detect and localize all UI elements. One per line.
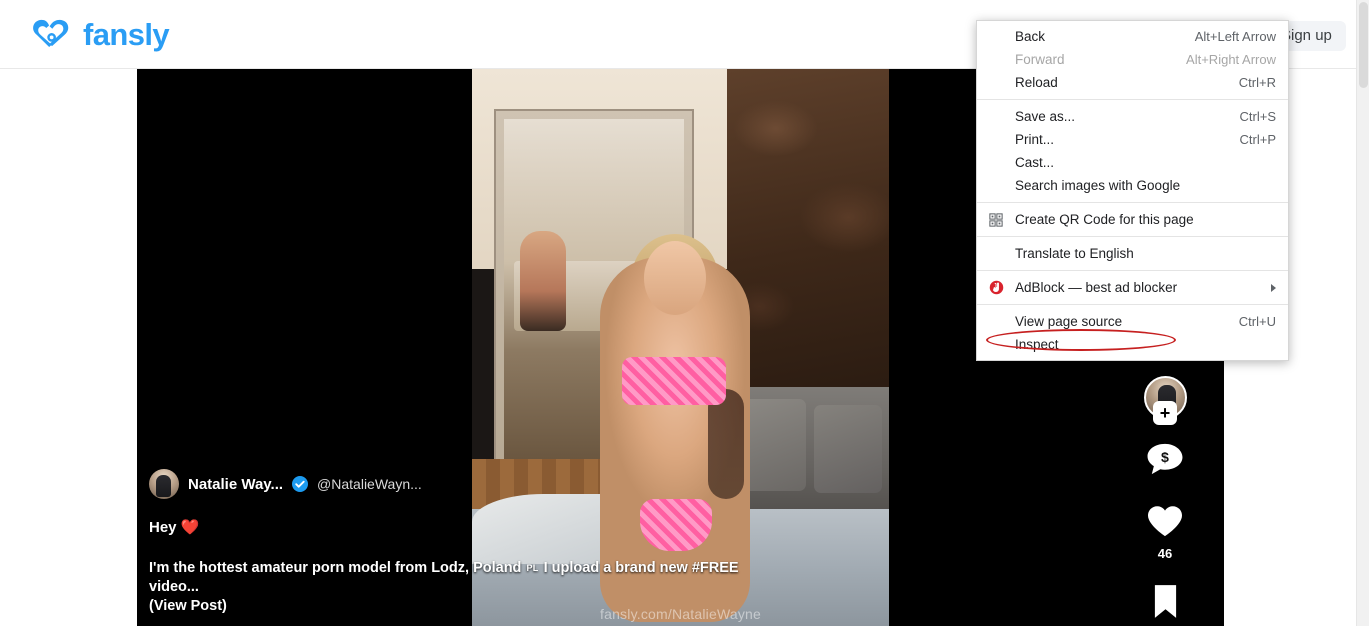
- submenu-chevron-icon: [1271, 283, 1276, 292]
- post-hashtag[interactable]: #FREE: [692, 560, 739, 576]
- post-author-row[interactable]: Natalie Way... @NatalieWayn...: [149, 469, 789, 499]
- fansly-heart-icon: [30, 17, 74, 51]
- dollar-bubble-icon[interactable]: $: [1146, 442, 1184, 481]
- menu-item-shortcut: Alt+Left Arrow: [1194, 29, 1276, 44]
- menu-item-label: View page source: [1015, 314, 1123, 329]
- fansly-logo[interactable]: fansly: [30, 16, 170, 52]
- menu-item-label: Print...: [1015, 132, 1055, 147]
- creator-avatar[interactable]: +: [1143, 376, 1187, 425]
- page-scrollbar[interactable]: [1356, 0, 1369, 626]
- menu-item-create-qr-code-for-this-page[interactable]: Create QR Code for this page: [977, 208, 1288, 231]
- menu-item-search-images-with-google[interactable]: Search images with Google: [977, 174, 1288, 197]
- svg-text:$: $: [1161, 450, 1169, 466]
- menu-item-label: Search images with Google: [1015, 178, 1181, 193]
- action-rail: + $ 46: [1135, 376, 1195, 624]
- menu-item-shortcut: Ctrl+U: [1238, 314, 1276, 329]
- qr-code-icon: [977, 212, 1015, 227]
- fansly-wordmark: fansly: [83, 16, 170, 52]
- menu-item-reload[interactable]: Reload Ctrl+R: [977, 71, 1288, 94]
- menu-item-forward: Forward Alt+Right Arrow: [977, 48, 1288, 71]
- menu-item-label: AdBlock — best ad blocker: [1015, 280, 1178, 295]
- avatar[interactable]: [149, 469, 179, 499]
- post-description-part1: I'm the hottest amateur porn model from …: [149, 560, 522, 576]
- post-description-part3: video...: [149, 579, 199, 595]
- menu-item-translate-to-english[interactable]: Translate to English: [977, 242, 1288, 265]
- menu-separator: [977, 270, 1288, 271]
- menu-item-shortcut: Ctrl+S: [1239, 109, 1276, 124]
- heart-emoji-icon: ❤️: [180, 519, 200, 536]
- browser-context-menu[interactable]: Back Alt+Left Arrow Forward Alt+Right Arrow…: [976, 20, 1289, 361]
- menu-item-inspect[interactable]: Inspect: [977, 329, 1288, 356]
- follow-plus-icon[interactable]: +: [1153, 401, 1177, 425]
- bookmark-icon[interactable]: [1152, 584, 1179, 624]
- bookmark-action[interactable]: [1152, 584, 1179, 624]
- menu-item-label: Inspect: [1015, 337, 1059, 352]
- author-display-name[interactable]: Natalie Way...: [188, 476, 283, 493]
- menu-item-print[interactable]: Print... Ctrl+P: [977, 128, 1288, 151]
- menu-item-label: Create QR Code for this page: [1015, 212, 1194, 227]
- post-greeting-text: Hey: [149, 519, 177, 536]
- menu-item-save-as[interactable]: Save as... Ctrl+S: [977, 105, 1288, 128]
- menu-item-label: Forward: [1015, 52, 1065, 67]
- menu-separator: [977, 99, 1288, 100]
- tip-action[interactable]: $: [1146, 442, 1184, 481]
- author-handle[interactable]: @NatalieWayn...: [317, 476, 422, 492]
- post-info-overlay: Natalie Way... @NatalieWayn... Hey ❤️ I'…: [149, 469, 789, 616]
- menu-item-adblock-best-ad-blocker[interactable]: AdBlock — best ad blocker: [977, 276, 1288, 299]
- menu-item-back[interactable]: Back Alt+Left Arrow: [977, 25, 1288, 48]
- menu-item-label: Translate to English: [1015, 246, 1134, 261]
- menu-item-shortcut: Alt+Right Arrow: [1186, 52, 1276, 67]
- menu-separator: [977, 202, 1288, 203]
- verified-icon: [292, 476, 309, 492]
- like-action[interactable]: 46: [1146, 504, 1184, 561]
- post-greeting: Hey ❤️: [149, 518, 789, 536]
- like-count: 46: [1157, 546, 1173, 561]
- menu-item-shortcut: Ctrl+P: [1239, 132, 1276, 147]
- menu-separator: [977, 236, 1288, 237]
- menu-item-label: Back: [1015, 29, 1046, 44]
- menu-separator: [977, 304, 1288, 305]
- scrollbar-thumb[interactable]: [1359, 2, 1368, 88]
- heart-icon[interactable]: [1146, 504, 1184, 543]
- post-description: I'm the hottest amateur porn model from …: [149, 559, 789, 616]
- menu-item-label: Reload: [1015, 75, 1058, 90]
- country-badge: PL: [526, 563, 539, 573]
- menu-item-label: Cast...: [1015, 155, 1055, 170]
- post-description-part2: I upload a brand new: [543, 560, 688, 576]
- page-root: fansly Sign up fansly.com/NatalieWayne N…: [0, 0, 1369, 626]
- menu-item-label: Save as...: [1015, 109, 1076, 124]
- follow-action[interactable]: +: [1143, 376, 1187, 425]
- menu-item-shortcut: Ctrl+R: [1238, 75, 1276, 90]
- menu-item-cast[interactable]: Cast...: [977, 151, 1288, 174]
- view-post-link[interactable]: (View Post): [149, 598, 227, 614]
- menu-item-view-page-source[interactable]: View page source Ctrl+U: [977, 310, 1288, 333]
- adblock-icon: [977, 280, 1015, 295]
